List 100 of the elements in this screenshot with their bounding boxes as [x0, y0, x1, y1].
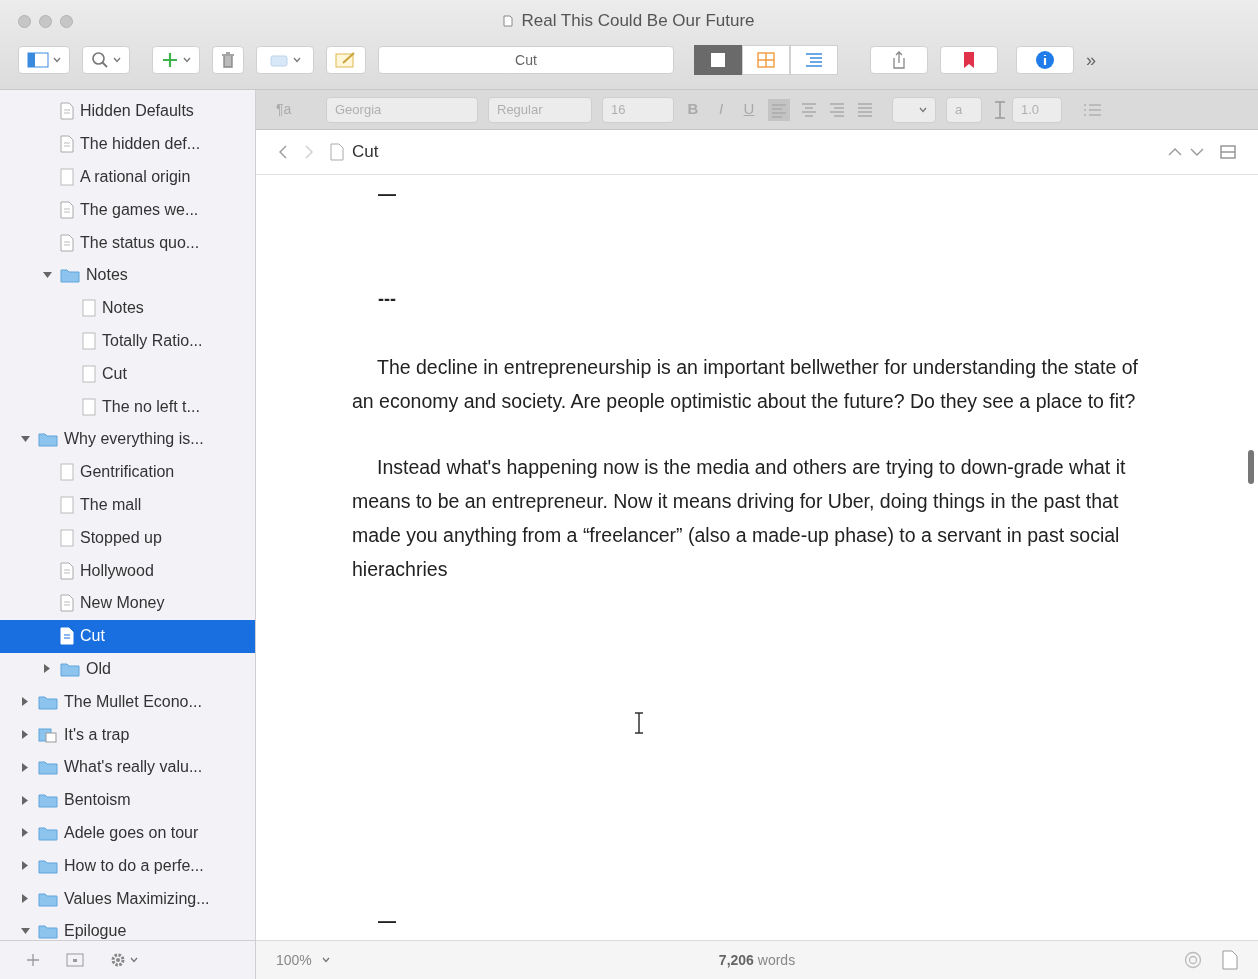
blank-page-icon: [82, 299, 96, 318]
sidebar-icon: [27, 52, 49, 68]
binder-toggle-button[interactable]: [18, 46, 70, 74]
caret-icon: [130, 957, 138, 963]
outline-icon: [805, 52, 823, 68]
caret-icon: [919, 106, 927, 113]
document-icon: [503, 15, 514, 27]
add-button[interactable]: [152, 46, 200, 74]
binder-item[interactable]: Gentrification: [0, 455, 255, 489]
disclosure-triangle-icon: [42, 271, 52, 280]
share-button[interactable]: [870, 46, 928, 74]
binder-item[interactable]: The Mullet Econo...: [0, 685, 255, 719]
back-icon: [278, 145, 288, 159]
binder-item[interactable]: Epilogue: [0, 914, 255, 940]
document-icon: [60, 200, 74, 219]
binder-item[interactable]: Hidden Defaults: [0, 95, 255, 128]
view-mode-button[interactable]: [790, 45, 838, 75]
binder-item[interactable]: The hidden def...: [0, 127, 255, 161]
document-icon: [330, 143, 344, 161]
binder-item[interactable]: How to do a perfe...: [0, 849, 255, 883]
bookmark-icon: [963, 51, 975, 69]
binder-item[interactable]: The games we...: [0, 193, 255, 227]
align-center-icon: [800, 101, 818, 118]
paragraph: The decline in entrepreneurship is an important bellwether for understanding the state of an economy and society. Are people optimistic about the future? Do they see a place to fit?: [352, 355, 1139, 414]
document-icon: [60, 233, 74, 252]
blank-page-icon: [60, 168, 74, 186]
document-icon: [60, 594, 74, 613]
document-icon: [60, 135, 74, 154]
folder-icon: [38, 824, 58, 841]
binder-item[interactable]: New Money: [0, 586, 255, 620]
binder-item[interactable]: The mall: [0, 488, 255, 522]
pencil-note-icon: [335, 51, 357, 69]
folder-icon: [38, 857, 58, 874]
snapshot-button[interactable]: [256, 46, 314, 74]
document-icon: [60, 561, 74, 580]
align-right-icon: [828, 101, 846, 118]
window-control[interactable]: [39, 14, 52, 28]
single-page-icon: [710, 52, 726, 68]
binder-item[interactable]: The no left t...: [0, 390, 255, 423]
blank-page-icon: [60, 495, 74, 514]
blank-page-icon: [60, 463, 74, 482]
binder-item[interactable]: Notes: [0, 259, 255, 292]
binder-item[interactable]: A rational origin: [0, 160, 255, 194]
binder-item[interactable]: Totally Ratio...: [0, 324, 255, 358]
folder-icon: [38, 792, 58, 809]
binder-item[interactable]: Old: [0, 652, 255, 686]
scrollbar-thumb[interactable]: [1248, 450, 1254, 484]
caret-icon: [293, 57, 301, 63]
search-icon: [91, 51, 109, 69]
window-control[interactable]: [60, 14, 73, 28]
gear-icon: [110, 952, 126, 968]
plus-icon: [161, 51, 179, 69]
disclosure-triangle-icon: [20, 435, 30, 444]
binder-item[interactable]: Notes: [0, 291, 255, 325]
folder-icon: [38, 923, 58, 940]
search-button[interactable]: [82, 46, 130, 74]
binder-item[interactable]: Bentoism: [0, 783, 255, 817]
edit-note-button[interactable]: [326, 46, 366, 74]
view-mode-button[interactable]: [694, 45, 742, 75]
folder-icon: [60, 267, 80, 284]
trash-icon: [221, 51, 235, 69]
binder-item[interactable]: Stopped up: [0, 521, 255, 555]
info-button[interactable]: [1016, 46, 1074, 74]
justify-icon: [856, 101, 874, 118]
disclosure-triangle-icon: [21, 828, 29, 838]
window-control[interactable]: [18, 14, 31, 28]
document-title: Cut: [352, 141, 379, 164]
binder-item[interactable]: Hollywood: [0, 554, 255, 587]
trash-button[interactable]: [212, 46, 244, 74]
separator-mark: —: [377, 909, 396, 933]
window-title: Real This Could Be Our Future: [521, 10, 755, 33]
binder-item[interactable]: Adele goes on tour: [0, 816, 255, 850]
folder-icon: [60, 660, 80, 677]
bookmark-button[interactable]: [940, 46, 998, 74]
caret-icon: [113, 57, 121, 63]
caret-icon: [321, 957, 330, 963]
disclosure-triangle-icon: [20, 927, 30, 936]
binder-item[interactable]: It's a trap: [0, 718, 255, 751]
binder-item[interactable]: What's really valu...: [0, 750, 255, 784]
disclosure-triangle-icon: [21, 894, 29, 903]
binder-item[interactable]: The status quo...: [0, 226, 255, 259]
document-icon: [60, 102, 74, 121]
grid-icon: [757, 52, 775, 68]
binder-item[interactable]: Cut: [0, 357, 255, 391]
text-color-dropdown[interactable]: [892, 96, 936, 123]
split-view-icon: [1220, 144, 1236, 160]
folder-icon: [38, 693, 58, 710]
stacked-documents-icon: [38, 726, 58, 743]
word-count: 7,206 words: [718, 950, 796, 970]
document-icon: [60, 627, 74, 646]
share-icon: [891, 51, 907, 69]
binder-item[interactable]: Why everything is...: [0, 422, 255, 456]
binder-item[interactable]: Cut: [0, 619, 255, 653]
binder-item[interactable]: Values Maximizing...: [0, 882, 255, 915]
location-field[interactable]: Cut: [378, 46, 674, 74]
disclosure-triangle-icon: [21, 697, 29, 707]
disclosure-triangle-icon: [43, 664, 51, 674]
info-icon: [1035, 50, 1055, 70]
toolbar-overflow[interactable]: »: [1086, 46, 1096, 74]
list-icon: [1082, 101, 1104, 118]
